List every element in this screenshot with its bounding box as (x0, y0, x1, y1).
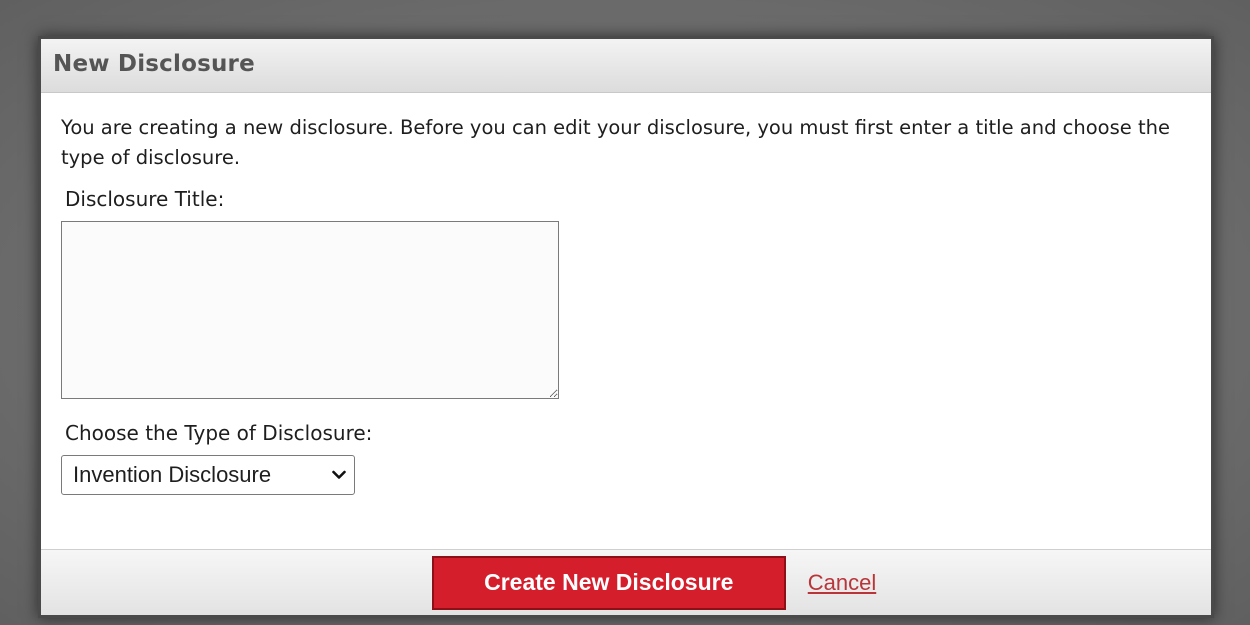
disclosure-type-select[interactable]: Invention Disclosure (61, 455, 355, 495)
intro-text: You are creating a new disclosure. Befor… (61, 116, 1170, 169)
dialog-header: New Disclosure (41, 39, 1211, 93)
new-disclosure-dialog: New Disclosure You are creating a new di… (38, 36, 1214, 618)
dialog-title: New Disclosure (53, 51, 255, 77)
dialog-body: You are creating a new disclosure. Befor… (41, 93, 1211, 553)
chevron-down-icon (332, 470, 346, 479)
disclosure-title-input[interactable] (61, 221, 559, 399)
dialog-footer: Create New Disclosure Cancel (41, 549, 1211, 615)
disclosure-type-value: Invention Disclosure (73, 462, 272, 487)
disclosure-type-label: Choose the Type of Disclosure: (65, 421, 373, 445)
disclosure-title-label: Disclosure Title: (65, 187, 225, 211)
create-new-disclosure-button[interactable]: Create New Disclosure (431, 555, 786, 610)
cancel-link[interactable]: Cancel (808, 570, 876, 596)
